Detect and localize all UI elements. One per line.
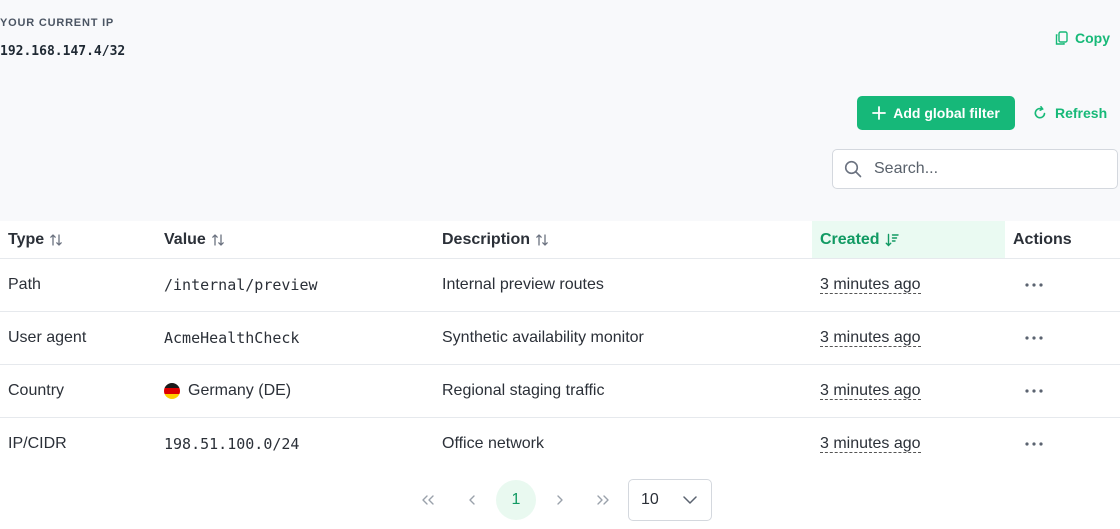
more-actions-icon[interactable]	[1023, 381, 1045, 401]
created-timestamp[interactable]: 3 minutes ago	[820, 382, 921, 400]
column-header-type-label: Type	[8, 230, 45, 248]
cell-description: Synthetic availability monitor	[442, 329, 644, 346]
refresh-label: Refresh	[1055, 105, 1108, 121]
cell-value: AcmeHealthCheck	[164, 329, 300, 347]
copy-button[interactable]: Copy	[1055, 30, 1110, 46]
cell-type: Path	[8, 276, 41, 293]
search-input[interactable]	[872, 159, 1096, 179]
sort-icon	[211, 233, 225, 247]
cell-created: 3 minutes ago	[812, 276, 1005, 294]
first-page-button[interactable]	[408, 480, 448, 520]
sort-icon	[49, 233, 63, 247]
table-header-row: Type Value Description Created Actions	[0, 221, 1120, 259]
cell-type: Country	[8, 382, 65, 399]
column-header-created-label: Created	[820, 230, 880, 248]
cell-value: 198.51.100.0/24	[164, 435, 300, 453]
sort-icon	[535, 233, 549, 247]
page-size-value: 10	[641, 491, 659, 508]
created-timestamp[interactable]: 3 minutes ago	[820, 435, 921, 453]
column-header-actions-label: Actions	[1013, 230, 1072, 248]
column-header-value[interactable]: Value	[156, 221, 434, 258]
column-header-description-label: Description	[442, 230, 531, 248]
cell-value: /internal/preview	[164, 276, 318, 294]
chevrons-right-icon	[596, 495, 610, 505]
current-ip-label: YOUR CURRENT IP	[0, 17, 115, 29]
cell-created: 3 minutes ago	[812, 329, 1005, 347]
created-timestamp[interactable]: 3 minutes ago	[820, 276, 921, 294]
chevron-down-icon	[683, 496, 697, 504]
cell-type: IP/CIDR	[8, 435, 67, 452]
column-header-created[interactable]: Created	[812, 221, 1005, 258]
copy-icon	[1055, 31, 1068, 45]
last-page-button[interactable]	[583, 480, 623, 520]
copy-label: Copy	[1075, 30, 1110, 46]
sort-descending-icon	[885, 233, 899, 247]
cell-actions	[1005, 328, 1120, 348]
table-row: User agent AcmeHealthCheck Synthetic ava…	[0, 312, 1120, 365]
table-row: Path /internal/preview Internal preview …	[0, 259, 1120, 312]
germany-flag-icon	[164, 383, 180, 399]
filters-table: Type Value Description Created Actions P…	[0, 221, 1120, 471]
table-row: IP/CIDR 198.51.100.0/24 Office network 3…	[0, 418, 1120, 471]
chevron-left-icon	[468, 495, 476, 505]
current-ip-value: 192.168.147.4/32	[0, 44, 126, 59]
next-page-button[interactable]	[540, 480, 580, 520]
column-header-actions: Actions	[1005, 221, 1120, 258]
cell-value-text: Germany (DE)	[188, 382, 292, 399]
page-button-current[interactable]: 1	[496, 480, 536, 520]
search-field[interactable]	[832, 149, 1118, 189]
created-timestamp[interactable]: 3 minutes ago	[820, 329, 921, 347]
column-header-description[interactable]: Description	[434, 221, 812, 258]
add-global-filter-label: Add global filter	[893, 105, 1000, 121]
cell-description: Regional staging traffic	[442, 382, 605, 399]
column-header-type[interactable]: Type	[0, 221, 156, 258]
cell-actions	[1005, 275, 1120, 295]
more-actions-icon[interactable]	[1023, 275, 1045, 295]
search-icon	[844, 160, 862, 178]
chevron-right-icon	[556, 495, 564, 505]
page-size-select[interactable]: 10	[628, 479, 712, 521]
cell-created: 3 minutes ago	[812, 435, 1005, 453]
add-global-filter-button[interactable]: Add global filter	[857, 96, 1015, 130]
table-row: Country Germany (DE) Regional staging tr…	[0, 365, 1120, 418]
cell-actions	[1005, 381, 1120, 401]
cell-description: Internal preview routes	[442, 276, 604, 293]
column-header-value-label: Value	[164, 230, 206, 248]
chevrons-left-icon	[421, 495, 435, 505]
previous-page-button[interactable]	[452, 480, 492, 520]
cell-type: User agent	[8, 329, 87, 346]
more-actions-icon[interactable]	[1023, 434, 1045, 454]
cell-value: Germany (DE)	[156, 382, 434, 400]
plus-icon	[872, 106, 887, 120]
pagination: 1 10	[0, 470, 1120, 529]
cell-description: Office network	[442, 435, 544, 452]
refresh-icon	[1033, 106, 1047, 120]
cell-created: 3 minutes ago	[812, 382, 1005, 400]
cell-actions	[1005, 434, 1120, 454]
refresh-button[interactable]: Refresh	[1033, 96, 1107, 130]
more-actions-icon[interactable]	[1023, 328, 1045, 348]
